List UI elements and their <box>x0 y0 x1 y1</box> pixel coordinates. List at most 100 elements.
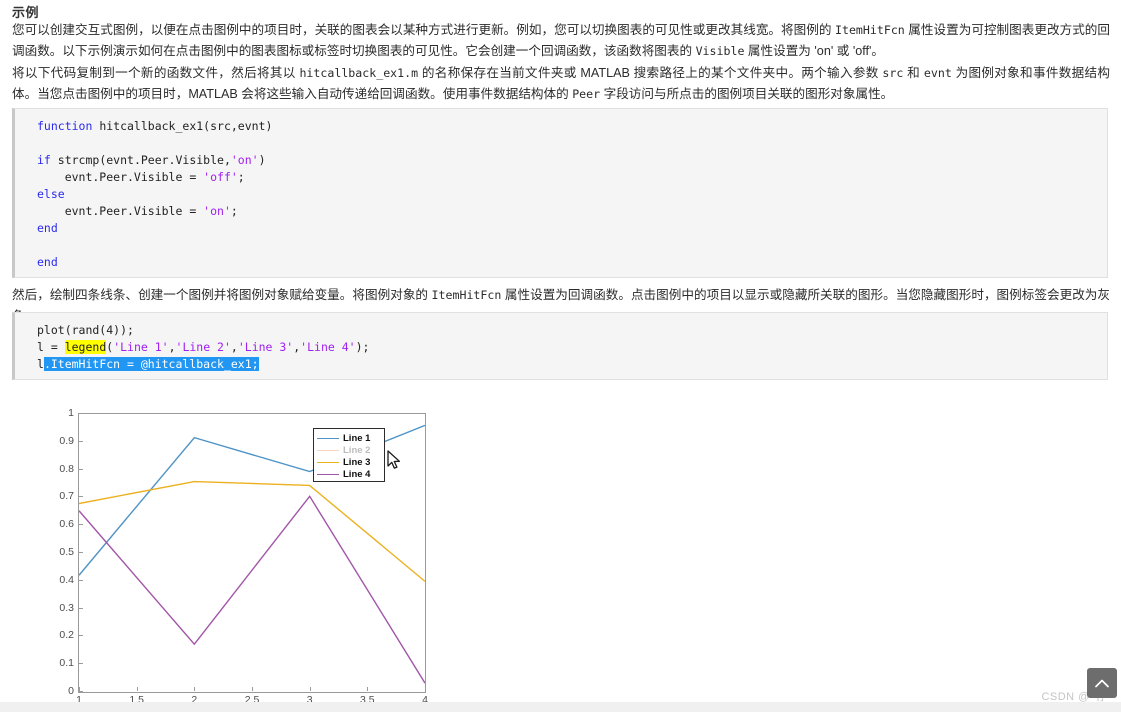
chart-line-line-4 <box>79 495 425 684</box>
y-tick-label: 0.8 <box>59 462 74 475</box>
paragraph-copy-code: 将以下代码复制到一个新的函数文件，然后将其以 hitcallback_ex1.m… <box>12 63 1110 105</box>
legend-line-swatch[interactable] <box>317 449 339 451</box>
code-token: ) <box>258 153 266 167</box>
inline-code-itemhitfcn-2: ItemHitFcn <box>431 288 502 302</box>
legend-label[interactable]: Line 1 <box>343 433 370 444</box>
code-token: legend <box>64 340 107 354</box>
paragraph-intro: 您可以创建交互式图例，以便在点击图例中的项目时，关联的图表会以某种方式进行更新。… <box>12 20 1110 62</box>
inline-code-filename: hitcallback_ex1.m <box>299 66 419 80</box>
code-line: evnt.Peer.Visible = 'off'; <box>37 169 1107 186</box>
code-token: 'on' <box>230 153 259 167</box>
y-tick-mark <box>79 496 83 498</box>
y-tick-mark <box>79 440 83 442</box>
y-tick-label: 0.3 <box>59 601 74 614</box>
mouse-cursor-icon <box>387 450 401 469</box>
code-token: 'Line 4' <box>300 340 356 354</box>
chart-legend[interactable]: Line 1 Line 2 Line 3 Line 4 <box>313 428 385 482</box>
y-tick-label: 0.1 <box>59 657 74 670</box>
plot-axes: Line 1 Line 2 Line 3 Line 4 <box>78 413 426 693</box>
inline-code-evnt: evnt <box>923 66 952 80</box>
x-tick-mark <box>194 687 196 691</box>
code-token: , <box>168 340 176 354</box>
code-line: end <box>37 254 1107 271</box>
legend-item-line-1[interactable]: Line 1 <box>314 432 384 444</box>
y-tick-label: 0.9 <box>59 434 74 447</box>
chart-line-line-3 <box>79 480 425 582</box>
legend-line-swatch[interactable] <box>317 437 339 439</box>
text-intro-a: 您可以创建交互式图例，以便在点击图例中的项目时，关联的图表会以某种方式进行更新。… <box>12 23 835 37</box>
text-copy-c: 和 <box>903 66 924 80</box>
code-token: 'Line 2' <box>175 340 231 354</box>
legend-label[interactable]: Line 2 <box>343 445 370 456</box>
y-tick-mark <box>79 691 83 692</box>
text-then-a: 然后，绘制四条线条、创建一个图例并将图例对象赋给变量。将图例对象的 <box>12 288 432 302</box>
legend-item-line-4[interactable]: Line 4 <box>314 468 384 480</box>
code-token: ); <box>355 340 370 354</box>
page-bottom-edge <box>0 702 1121 712</box>
x-tick-mark <box>367 687 369 691</box>
y-tick-mark <box>79 524 83 526</box>
inline-code-peer: Peer <box>572 87 601 101</box>
inline-code-visible: Visible <box>695 44 745 58</box>
legend-line-swatch[interactable] <box>317 461 339 463</box>
y-tick-label: 0.2 <box>59 629 74 642</box>
code-token: ; <box>237 170 245 184</box>
legend-item-line-2[interactable]: Line 2 <box>314 444 384 456</box>
code-token: .ItemHitFcn = @hitcallback_ex1; <box>43 357 259 371</box>
text-intro-c: 属性设置为 'on' 或 'off'。 <box>744 44 884 58</box>
y-tick-label: 0.5 <box>59 546 74 558</box>
legend-label[interactable]: Line 3 <box>343 457 370 468</box>
y-tick-mark <box>79 635 83 637</box>
code-token: 'on' <box>203 204 231 218</box>
chevron-up-icon <box>1095 679 1109 687</box>
x-tick-mark <box>309 687 311 691</box>
code-block-hitcallback[interactable]: function hitcallback_ex1(src,evnt) if st… <box>12 108 1108 278</box>
y-tick-mark <box>79 413 83 414</box>
text-copy-b: 的名称保存在当前文件夹或 MATLAB 搜索路径上的某个文件夹中。两个输入参数 <box>418 66 883 80</box>
text-copy-a: 将以下代码复制到一个新的函数文件，然后将其以 <box>12 66 300 80</box>
x-tick-mark <box>136 687 138 691</box>
code-token: l = <box>37 340 65 354</box>
code-token: 'off' <box>203 170 238 184</box>
code-token: plot(rand(4)); <box>37 323 134 337</box>
page-title: 示例 <box>12 5 40 20</box>
code-line: else <box>37 186 1107 203</box>
text-copy-e: 字段访问与所点击的图例项目关联的图形对象属性。 <box>600 87 894 101</box>
code-line: function hitcallback_ex1(src,evnt) <box>37 118 1107 135</box>
inline-code-itemhitfcn: ItemHitFcn <box>834 23 905 37</box>
scroll-to-top-button[interactable] <box>1087 668 1117 698</box>
code-token: ; <box>230 204 238 218</box>
code-line: plot(rand(4)); <box>37 322 1107 339</box>
code-line: end <box>37 220 1107 237</box>
code-line: l.ItemHitFcn = @hitcallback_ex1; <box>37 356 1107 373</box>
code-token: evnt.Peer.Visible = <box>37 170 204 184</box>
code-token: hitcallback_ex1(src,evnt) <box>92 119 273 133</box>
code-token: l <box>37 357 44 371</box>
y-tick-mark <box>79 607 83 609</box>
page-root: 示例 您可以创建交互式图例，以便在点击图例中的项目时，关联的图表会以某种方式进行… <box>0 0 1121 712</box>
code-token: 'Line 1' <box>113 340 169 354</box>
legend-label[interactable]: Line 4 <box>343 469 370 480</box>
y-tick-mark <box>79 552 83 553</box>
code-token: 'Line 3' <box>237 340 294 354</box>
y-tick-label: 1 <box>68 407 74 419</box>
code-token: end <box>37 221 58 235</box>
y-tick-mark <box>79 663 83 665</box>
code-token: strcmp(evnt.Peer.Visible, <box>50 153 231 167</box>
matlab-figure: Line 1 Line 2 Line 3 Line 4 0 0.1 0.2 0.3 0.4 0.… <box>58 404 438 708</box>
code-line: evnt.Peer.Visible = 'on'; <box>37 203 1107 220</box>
legend-item-line-3[interactable]: Line 3 <box>314 456 384 468</box>
y-tick-label: 0.4 <box>59 573 74 586</box>
code-token: end <box>37 255 58 269</box>
code-token: , <box>230 340 238 354</box>
code-token: if <box>37 153 51 167</box>
inline-code-src: src <box>882 66 904 80</box>
x-tick-mark <box>79 687 80 691</box>
legend-line-swatch[interactable] <box>317 473 339 475</box>
x-tick-mark <box>252 687 253 691</box>
y-tick-label: 0.6 <box>59 518 74 531</box>
code-line: l = legend('Line 1','Line 2','Line 3','L… <box>37 339 1107 356</box>
code-block-plot-legend[interactable]: plot(rand(4)); l = legend('Line 1','Line … <box>12 312 1108 380</box>
